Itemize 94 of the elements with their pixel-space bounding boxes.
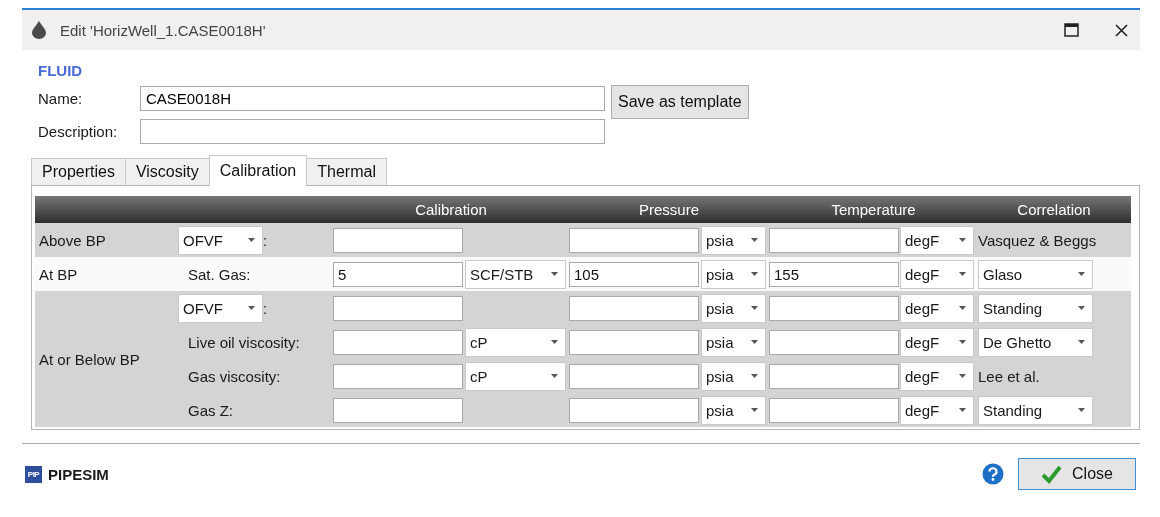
tab[interactable]: Viscosity — [124, 158, 210, 185]
caret-icon — [1078, 306, 1085, 310]
temperature-field[interactable] — [769, 397, 899, 423]
tab[interactable]: Properties — [31, 158, 126, 185]
caret-icon — [751, 340, 758, 344]
window-title: Edit 'HorizWell_1.CASE0018H' — [60, 21, 267, 39]
caret-icon — [959, 306, 966, 310]
calibration-field[interactable] — [333, 397, 463, 423]
calibration-field[interactable] — [333, 363, 463, 389]
correlation-dropdown[interactable]: De Ghetto — [978, 327, 1093, 357]
caret-icon — [551, 340, 558, 344]
save-template-button[interactable]: Save as template — [611, 85, 749, 119]
caret-icon — [248, 238, 255, 242]
caret-icon — [959, 238, 966, 242]
field-label: Description: — [38, 123, 119, 140]
column-header: Temperature — [830, 201, 917, 218]
colon-label: : — [263, 231, 268, 249]
logo-mark: PIP — [25, 465, 42, 483]
caret-icon — [959, 374, 966, 378]
help-icon[interactable] — [982, 463, 1004, 485]
correlation-label: Vasquez & Beggs — [978, 231, 1097, 249]
caret-icon — [959, 272, 966, 276]
unit-dropdown[interactable]: psia — [701, 259, 766, 289]
unit-dropdown[interactable]: cP — [465, 361, 566, 391]
tab[interactable]: Calibration — [208, 155, 308, 186]
caret-icon — [1078, 340, 1085, 344]
temperature-field[interactable] — [769, 329, 899, 355]
unit-dropdown[interactable]: degF — [900, 259, 974, 289]
row-group-label: At BP — [38, 264, 79, 285]
parameter-dropdown[interactable]: OFVF — [178, 293, 263, 323]
maximize-icon[interactable] — [1064, 23, 1079, 37]
calibration-field[interactable]: 5 — [333, 261, 463, 287]
drop-icon — [30, 20, 48, 40]
unit-dropdown[interactable]: psia — [701, 225, 766, 255]
unit-dropdown[interactable]: degF — [900, 361, 974, 391]
colon-label: : — [263, 299, 268, 317]
column-header: Calibration — [414, 201, 488, 218]
temperature-field[interactable] — [769, 363, 899, 389]
pressure-field[interactable] — [569, 329, 699, 355]
unit-dropdown[interactable]: psia — [701, 361, 766, 391]
temperature-field[interactable] — [769, 227, 899, 253]
brand-name: PIPESIM — [48, 465, 110, 483]
section-title: FLUID — [38, 62, 84, 79]
unit-dropdown[interactable]: psia — [701, 327, 766, 357]
pressure-field[interactable] — [569, 295, 699, 321]
parameter-dropdown[interactable]: OFVF — [178, 225, 263, 255]
column-header: Pressure — [638, 201, 700, 218]
caret-icon — [551, 272, 558, 276]
calibration-field[interactable] — [333, 329, 463, 355]
calibration-field[interactable] — [333, 227, 463, 253]
caret-icon — [751, 408, 758, 412]
caret-icon — [959, 408, 966, 412]
field-label: Name: — [38, 89, 84, 107]
caret-icon — [751, 238, 758, 242]
correlation-dropdown[interactable]: Standing — [978, 293, 1093, 323]
caret-icon — [248, 306, 255, 310]
check-icon — [1041, 464, 1063, 484]
correlation-dropdown[interactable]: Glaso — [978, 259, 1093, 289]
unit-dropdown[interactable]: degF — [900, 293, 974, 323]
parameter-label: Sat. Gas: — [187, 265, 251, 283]
unit-dropdown[interactable]: degF — [900, 395, 974, 425]
column-header: Correlation — [1016, 201, 1092, 218]
caret-icon — [551, 374, 558, 378]
parameter-label: Live oil viscosity: — [187, 333, 300, 351]
description-field[interactable] — [140, 119, 605, 144]
temperature-field[interactable] — [769, 295, 899, 321]
pressure-field[interactable]: 105 — [569, 261, 699, 287]
parameter-label: Gas Z: — [187, 401, 233, 419]
unit-dropdown[interactable]: SCF/STB — [465, 259, 566, 289]
tab[interactable]: Thermal — [306, 158, 387, 185]
parameter-label: Gas viscosity: — [187, 367, 281, 385]
row-group-label: At or Below BP — [38, 349, 141, 370]
temperature-field[interactable]: 155 — [769, 261, 899, 287]
unit-dropdown[interactable]: cP — [465, 327, 566, 357]
unit-dropdown[interactable]: degF — [900, 225, 974, 255]
correlation-label: Lee et al. — [978, 367, 1040, 385]
unit-dropdown[interactable]: psia — [701, 395, 766, 425]
unit-dropdown[interactable]: psia — [701, 293, 766, 323]
pressure-field[interactable] — [569, 397, 699, 423]
calibration-field[interactable] — [333, 295, 463, 321]
close-icon[interactable] — [1115, 23, 1128, 37]
caret-icon — [751, 272, 758, 276]
close-button[interactable]: Close — [1018, 458, 1136, 490]
pressure-field[interactable] — [569, 227, 699, 253]
unit-dropdown[interactable]: degF — [900, 327, 974, 357]
caret-icon — [751, 374, 758, 378]
name-field[interactable]: CASE0018H — [140, 85, 605, 111]
caret-icon — [1078, 272, 1085, 276]
caret-icon — [751, 306, 758, 310]
caret-icon — [1078, 408, 1085, 412]
correlation-dropdown[interactable]: Standing — [978, 395, 1093, 425]
row-group-label: Above BP — [38, 230, 107, 251]
caret-icon — [959, 340, 966, 344]
pressure-field[interactable] — [569, 363, 699, 389]
